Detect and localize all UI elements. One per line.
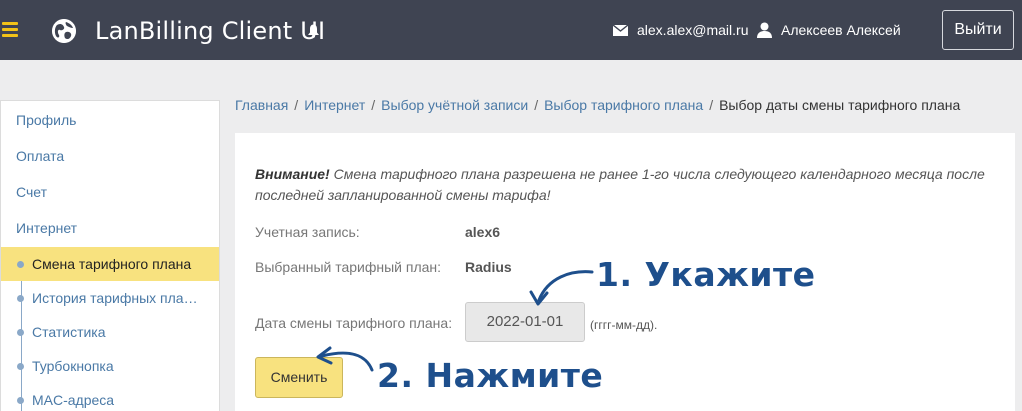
sidebar-subitem-turbo[interactable]: Турбокнопка <box>1 349 219 383</box>
bullet-icon <box>17 329 24 336</box>
globe-icon <box>52 19 76 43</box>
sidebar-subitem-label: Смена тарифного плана <box>32 256 192 272</box>
breadcrumb-current: Выбор даты смены тарифного плана <box>719 97 961 113</box>
date-input[interactable]: 2022-01-01 <box>465 302 585 342</box>
sidebar: Профиль Оплата Счет Интернет Смена тариф… <box>0 100 220 411</box>
mail-icon <box>613 25 628 36</box>
bullet-icon <box>17 397 24 404</box>
sidebar-subitem-label: MAC-адреса <box>32 392 115 408</box>
app-title[interactable]: LanBilling Client UI <box>95 17 325 45</box>
sidebar-item-payment[interactable]: Оплата <box>16 148 64 164</box>
account-label: Учетная запись: <box>255 224 360 240</box>
sidebar-subitem-label: Статистика <box>32 324 106 340</box>
warning-message: Внимание! Смена тарифного плана разрешен… <box>255 164 995 206</box>
annotation-step1: 1. Укажите <box>596 255 816 294</box>
bullet-icon <box>17 363 24 370</box>
breadcrumb-account-select[interactable]: Выбор учётной записи <box>381 97 528 113</box>
menu-toggle-icon[interactable] <box>2 22 18 38</box>
bullet-icon <box>17 295 24 302</box>
warning-title: Внимание! <box>255 166 330 182</box>
bell-icon[interactable] <box>307 24 320 38</box>
user-email: alex.alex@mail.ru <box>637 22 749 38</box>
breadcrumb: Главная / Интернет / Выбор учётной записи / Вы… <box>235 97 961 113</box>
sidebar-item-internet[interactable]: Интернет <box>16 220 77 236</box>
sidebar-subitem-mac[interactable]: MAC-адреса <box>1 383 219 411</box>
logout-button[interactable]: Выйти <box>942 10 1014 50</box>
breadcrumb-home[interactable]: Главная <box>235 97 288 113</box>
user-name[interactable]: Алексеев Алексей <box>781 22 901 38</box>
sidebar-subitem-label: История тарифных планов <box>32 290 198 306</box>
sidebar-subitem-change-plan[interactable]: Смена тарифного плана <box>1 247 219 281</box>
breadcrumb-internet[interactable]: Интернет <box>304 97 365 113</box>
breadcrumb-plan-select[interactable]: Выбор тарифного плана <box>544 97 703 113</box>
sidebar-subitem-statistics[interactable]: Статистика <box>1 315 219 349</box>
sidebar-subitem-label: Турбокнопка <box>32 358 114 374</box>
account-value: alex6 <box>465 224 501 240</box>
sidebar-item-profile[interactable]: Профиль <box>16 112 76 128</box>
annotation-step2: 2. Нажмите <box>377 356 604 395</box>
bullet-icon <box>17 261 24 268</box>
change-plan-button[interactable]: Сменить <box>255 357 343 398</box>
warning-text: Смена тарифного плана разрешена не ранее… <box>255 166 985 203</box>
sidebar-item-account[interactable]: Счет <box>16 184 47 200</box>
plan-label: Выбранный тарифный план: <box>255 259 442 275</box>
user-icon <box>757 22 772 38</box>
top-navbar: LanBilling Client UI alex.alex@mail.ru А… <box>0 0 1022 60</box>
date-format-hint: (гггг-мм-дд). <box>590 318 658 332</box>
sidebar-subitem-plan-history[interactable]: История тарифных планов <box>1 281 219 315</box>
date-label: Дата смены тарифного плана: <box>255 315 453 331</box>
plan-value: Radius <box>465 259 512 275</box>
